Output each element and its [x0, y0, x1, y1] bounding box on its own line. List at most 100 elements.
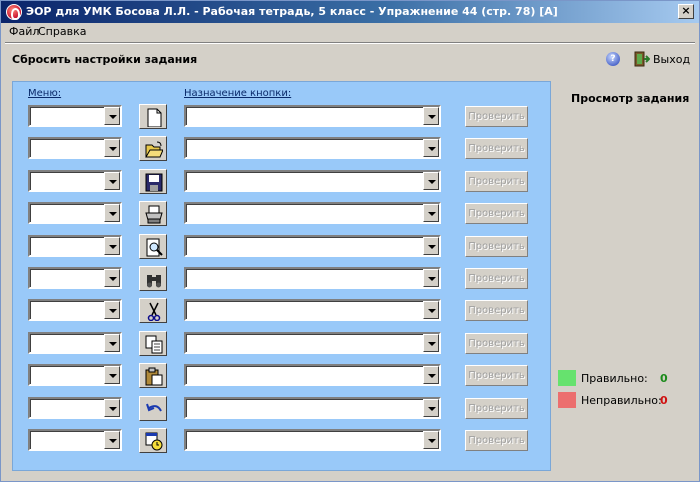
purpose-select[interactable]	[184, 332, 441, 354]
incorrect-count: 0	[660, 394, 668, 407]
chevron-down-icon[interactable]	[423, 237, 439, 255]
purpose-select[interactable]	[184, 105, 441, 127]
chevron-down-icon[interactable]	[104, 399, 120, 417]
app-logo-icon	[6, 4, 22, 20]
toolbar-sample-button	[139, 428, 167, 453]
exit-door-icon	[634, 51, 651, 67]
menu-select[interactable]	[28, 364, 122, 386]
check-button[interactable]: Проверить	[465, 106, 528, 127]
menu-column-header: Меню:	[28, 88, 62, 99]
menu-select[interactable]	[28, 332, 122, 354]
chevron-down-icon[interactable]	[104, 237, 120, 255]
chevron-down-icon[interactable]	[423, 172, 439, 190]
exit-label: Выход	[653, 52, 691, 66]
purpose-select[interactable]	[184, 235, 441, 257]
purpose-select[interactable]	[184, 137, 441, 159]
toolbar: Сбросить настройки задания ? Выход	[1, 46, 699, 72]
purpose-select[interactable]	[184, 397, 441, 419]
window-title: ЭОР для УМК Босова Л.Л. - Рабочая тетрад…	[26, 5, 558, 18]
chevron-down-icon[interactable]	[104, 366, 120, 384]
purpose-column-header: Назначение кнопки:	[184, 88, 292, 99]
incorrect-swatch	[558, 392, 576, 408]
check-button[interactable]: Проверить	[465, 398, 528, 419]
print-preview-icon	[146, 238, 163, 257]
new-document-icon	[147, 108, 162, 127]
incorrect-label: Неправильно:	[581, 394, 662, 407]
toolbar-sample-button	[139, 331, 167, 356]
menu-select[interactable]	[28, 397, 122, 419]
menu-select[interactable]	[28, 170, 122, 192]
correct-legend: Правильно: 0	[558, 370, 678, 386]
purpose-select[interactable]	[184, 202, 441, 224]
menu-select[interactable]	[28, 137, 122, 159]
menu-bar: Файл Справка	[1, 23, 699, 41]
task-panel: Меню: Назначение кнопки: Проверить Провер…	[12, 81, 551, 471]
open-folder-icon	[145, 141, 163, 158]
menu-select[interactable]	[28, 429, 122, 451]
chevron-down-icon[interactable]	[423, 139, 439, 157]
menu-select[interactable]	[28, 202, 122, 224]
chevron-down-icon[interactable]	[423, 204, 439, 222]
chevron-down-icon[interactable]	[423, 431, 439, 449]
app-window: ЭОР для УМК Босова Л.Л. - Рабочая тетрад…	[0, 0, 700, 482]
toolbar-sample-button	[139, 234, 167, 259]
correct-label: Правильно:	[581, 372, 648, 385]
check-button[interactable]: Проверить	[465, 171, 528, 192]
purpose-select[interactable]	[184, 429, 441, 451]
menu-help[interactable]: Справка	[38, 25, 86, 38]
chevron-down-icon[interactable]	[423, 334, 439, 352]
chevron-down-icon[interactable]	[423, 269, 439, 287]
chevron-down-icon[interactable]	[104, 204, 120, 222]
menu-select[interactable]	[28, 235, 122, 257]
chevron-down-icon[interactable]	[423, 366, 439, 384]
exit-button[interactable]: Выход	[634, 50, 690, 68]
check-button[interactable]: Проверить	[465, 138, 528, 159]
chevron-down-icon[interactable]	[104, 269, 120, 287]
chevron-down-icon[interactable]	[104, 139, 120, 157]
toolbar-sample-button	[139, 363, 167, 388]
close-button[interactable]: ×	[678, 4, 694, 19]
menu-select[interactable]	[28, 105, 122, 127]
scissors-cut-icon	[147, 302, 161, 321]
title-bar[interactable]: ЭОР для УМК Босова Л.Л. - Рабочая тетрад…	[1, 1, 699, 23]
incorrect-legend: Неправильно: 0	[558, 392, 678, 408]
check-button[interactable]: Проверить	[465, 365, 528, 386]
reset-task-settings-link[interactable]: Сбросить настройки задания	[12, 53, 197, 66]
correct-count: 0	[660, 372, 668, 385]
chevron-down-icon[interactable]	[423, 399, 439, 417]
paste-clipboard-icon	[145, 367, 163, 386]
check-button[interactable]: Проверить	[465, 236, 528, 257]
check-button[interactable]: Проверить	[465, 300, 528, 321]
correct-swatch	[558, 370, 576, 386]
toolbar-sample-button	[139, 396, 167, 421]
toolbar-sample-button	[139, 298, 167, 323]
undo-icon	[146, 403, 162, 412]
purpose-select[interactable]	[184, 364, 441, 386]
chevron-down-icon[interactable]	[104, 172, 120, 190]
purpose-select[interactable]	[184, 170, 441, 192]
chevron-down-icon[interactable]	[104, 301, 120, 319]
chevron-down-icon[interactable]	[104, 334, 120, 352]
chevron-down-icon[interactable]	[423, 107, 439, 125]
menu-select[interactable]	[28, 299, 122, 321]
check-button[interactable]: Проверить	[465, 333, 528, 354]
toolbar-sample-button	[139, 201, 167, 226]
preview-title: Просмотр задания	[571, 92, 690, 105]
copy-icon	[145, 335, 163, 354]
menu-file[interactable]: Файл	[9, 25, 39, 38]
chevron-down-icon[interactable]	[104, 107, 120, 125]
toolbar-sample-button	[139, 169, 167, 194]
menu-select[interactable]	[28, 267, 122, 289]
toolbar-sample-button	[139, 136, 167, 161]
purpose-select[interactable]	[184, 299, 441, 321]
chevron-down-icon[interactable]	[104, 431, 120, 449]
check-button[interactable]: Проверить	[465, 268, 528, 289]
check-button[interactable]: Проверить	[465, 430, 528, 451]
save-disk-icon	[145, 173, 163, 192]
date-time-icon	[145, 432, 163, 451]
toolbar-sample-button	[139, 266, 167, 291]
purpose-select[interactable]	[184, 267, 441, 289]
chevron-down-icon[interactable]	[423, 301, 439, 319]
help-icon[interactable]: ?	[606, 52, 620, 66]
check-button[interactable]: Проверить	[465, 203, 528, 224]
